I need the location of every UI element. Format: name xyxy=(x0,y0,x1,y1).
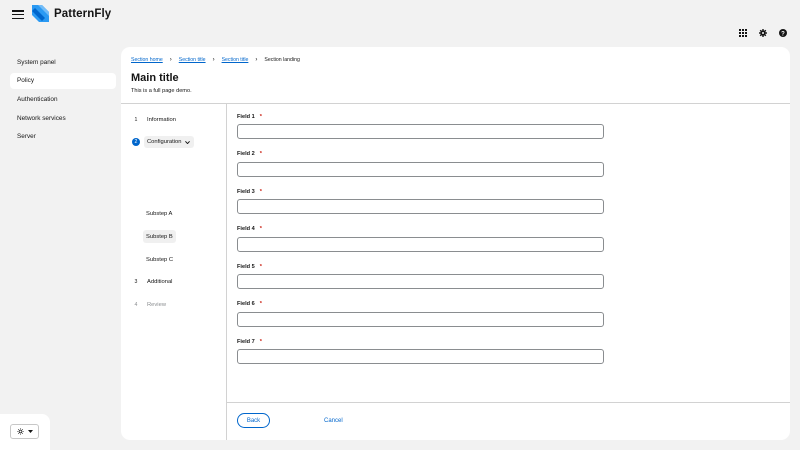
sidebar-item-policy[interactable]: Policy xyxy=(10,72,116,89)
breadcrumb-separator-icon: › xyxy=(169,57,172,63)
wizard-step-information[interactable]: 1 Information xyxy=(132,116,176,124)
required-indicator: * xyxy=(259,151,262,157)
field-2-input[interactable] xyxy=(237,161,604,177)
svg-text:?: ? xyxy=(781,31,785,37)
cancel-button[interactable]: Cancel xyxy=(324,413,343,428)
step-label: Additional xyxy=(147,279,173,285)
sidebar-item-server[interactable]: Server xyxy=(10,129,116,145)
field-label: Field 6 * xyxy=(237,301,262,307)
brand-name: PatternFly xyxy=(54,7,112,20)
hamburger-menu-icon[interactable] xyxy=(12,9,24,20)
sun-icon xyxy=(16,428,24,435)
step-number: 1 xyxy=(134,117,138,123)
field-label: Field 3 * xyxy=(237,188,262,195)
wizard-footer-divider xyxy=(227,402,790,403)
breadcrumb-link-section-home[interactable]: Section home xyxy=(131,57,163,63)
form-group-field-7: Field 7 * xyxy=(237,338,604,364)
field-5-input[interactable] xyxy=(237,274,604,289)
wizard-step-additional[interactable]: 3 Additional xyxy=(132,278,173,286)
breadcrumb-link-section-title-2[interactable]: Section title xyxy=(222,57,249,63)
wizard-substep-c[interactable]: Substep C xyxy=(143,253,176,266)
wizard-nav-divider xyxy=(226,103,227,440)
field-label: Field 5 * xyxy=(237,263,262,270)
breadcrumb-link-section-title-1[interactable]: Section title xyxy=(179,57,206,63)
field-label: Field 2 * xyxy=(237,151,262,157)
required-indicator: * xyxy=(259,188,262,195)
help-question-icon[interactable]: ? xyxy=(778,28,788,38)
theme-toggle-button[interactable] xyxy=(10,424,39,439)
sidebar-item-network-services[interactable]: Network services xyxy=(10,110,116,126)
field-7-input[interactable] xyxy=(237,349,604,364)
main-card: Section home › Section title › Section t… xyxy=(121,47,790,440)
brand-logo[interactable]: PatternFly xyxy=(32,5,111,22)
chevron-down-icon xyxy=(185,140,191,144)
sidebar-item-system-panel[interactable]: System panel xyxy=(10,54,116,70)
theme-panel xyxy=(0,414,50,450)
form-group-field-2: Field 2 * xyxy=(237,151,604,177)
step-number: 4 xyxy=(134,302,138,308)
field-1-input[interactable] xyxy=(237,124,604,139)
patternfly-logo-icon xyxy=(32,5,49,22)
app-grid-icon[interactable] xyxy=(738,28,748,38)
step-label: Review xyxy=(147,302,167,308)
settings-gear-icon[interactable] xyxy=(758,28,768,38)
page-subtitle: This is a full page demo. xyxy=(131,88,192,94)
breadcrumb: Section home › Section title › Section t… xyxy=(131,57,300,63)
required-indicator: * xyxy=(259,226,262,232)
wizard-step-configuration[interactable]: 2 Configuration xyxy=(132,136,195,148)
required-indicator: * xyxy=(259,263,262,270)
wizard-step-review: 4 Review xyxy=(132,301,166,309)
step-number-current: 2 xyxy=(132,138,140,146)
field-label: Field 1 * xyxy=(237,113,262,120)
form-group-field-1: Field 1 * xyxy=(237,113,604,139)
field-3-input[interactable] xyxy=(237,199,604,214)
form-group-field-3: Field 3 * xyxy=(237,188,604,214)
wizard-substep-a[interactable]: Substep A xyxy=(143,207,175,220)
step-number: 3 xyxy=(134,279,138,285)
step-label: Configuration xyxy=(147,139,182,145)
sidebar-item-authentication[interactable]: Authentication xyxy=(10,91,116,107)
back-button[interactable]: Back xyxy=(237,413,270,428)
wizard-substep-b[interactable]: Substep B xyxy=(143,230,176,243)
required-indicator: * xyxy=(259,113,262,120)
form-group-field-5: Field 5 * xyxy=(237,263,604,289)
masthead-tools: ? xyxy=(738,28,788,38)
breadcrumb-current: Section landing xyxy=(264,57,300,63)
field-label: Field 7 * xyxy=(237,338,262,345)
masthead: PatternFly ? xyxy=(0,0,800,46)
step-expand-toggle[interactable]: Configuration xyxy=(144,136,195,148)
header-divider xyxy=(121,103,790,104)
form-group-field-6: Field 6 * xyxy=(237,301,604,327)
breadcrumb-separator-icon: › xyxy=(255,57,258,63)
form-group-field-4: Field 4 * xyxy=(237,226,604,252)
required-indicator: * xyxy=(259,338,262,345)
step-label: Information xyxy=(147,117,176,123)
caret-down-icon xyxy=(27,430,33,433)
field-label: Field 4 * xyxy=(237,226,262,232)
field-4-input[interactable] xyxy=(237,236,604,252)
breadcrumb-separator-icon: › xyxy=(212,57,215,63)
required-indicator: * xyxy=(259,301,262,307)
field-6-input[interactable] xyxy=(237,311,604,327)
page-title: Main title xyxy=(131,72,179,84)
sidebar-nav: System panel Policy Authentication Netwo… xyxy=(10,54,116,147)
